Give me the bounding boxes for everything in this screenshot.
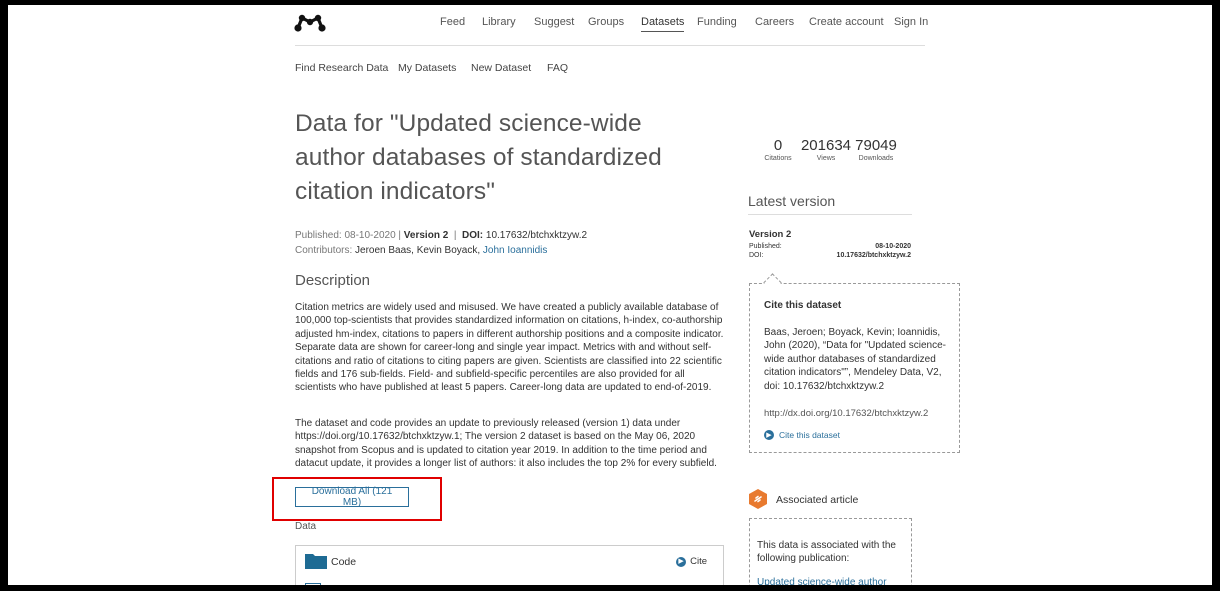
stat-label: Citations <box>764 155 792 162</box>
stat-value: 79049 <box>855 137 897 154</box>
data-files-box: Code ▶ Cite <box>295 545 724 585</box>
nav-careers[interactable]: Careers <box>755 16 794 28</box>
page-title: Data for "Updated science-wide author da… <box>295 110 662 205</box>
latest-version-heading: Latest version <box>748 193 836 209</box>
latest-published-row: Published: 08-10-2020 <box>749 243 911 250</box>
nav-funding[interactable]: Funding <box>697 16 737 28</box>
description-heading: Description <box>295 272 371 289</box>
associated-text: This data is associated with the followi… <box>757 540 896 565</box>
version-label: Version 2 <box>403 230 449 241</box>
published-key: Published: <box>749 243 782 250</box>
latest-doi-row: DOI: 10.17632/btchxktzyw.2 <box>749 252 911 259</box>
folder-cite-label: Cite <box>690 556 707 567</box>
nav-feed[interactable]: Feed <box>440 16 465 28</box>
description-paragraph: Citation metrics are widely used and mis… <box>295 302 724 394</box>
nav-divider <box>295 45 925 46</box>
cite-box: Cite this dataset Baas, Jeroen; Boyack, … <box>749 283 960 453</box>
file-icon <box>305 583 321 585</box>
cite-text: Baas, Jeroen; Boyack, Kevin; Ioannidis, … <box>764 327 946 392</box>
stat-value: 201634 <box>800 137 852 154</box>
associated-article-box: This data is associated with the followi… <box>749 518 912 585</box>
folder-name[interactable]: Code <box>331 556 356 568</box>
contributor-link[interactable]: John Ioannidis <box>483 245 548 256</box>
article-link-icon <box>749 489 767 509</box>
folder-icon <box>305 554 327 569</box>
subnav-find-research-data[interactable]: Find Research Data <box>295 62 388 74</box>
stat-downloads: 79049 Downloads <box>852 137 900 162</box>
subnav-my-datasets[interactable]: My Datasets <box>398 62 456 74</box>
nav-library[interactable]: Library <box>482 16 516 28</box>
nav-datasets[interactable]: Datasets <box>641 16 685 32</box>
arrow-right-icon: ▶ <box>764 430 774 440</box>
published-line: Published: 08-10-2020 | Version 2 | DOI:… <box>295 230 587 241</box>
cite-title: Cite this dataset <box>764 300 842 311</box>
doi-value: 10.17632/btchxktzyw.2 <box>836 252 911 259</box>
stat-label: Downloads <box>858 155 894 162</box>
data-label: Data <box>295 521 317 532</box>
associated-article-link[interactable]: Updated science-wide author <box>757 577 887 585</box>
latest-version-label: Version 2 <box>749 229 792 240</box>
doi-key: DOI: <box>749 252 764 259</box>
download-all-button[interactable]: Download All (121 MB) <box>295 486 409 508</box>
associated-article-heading: Associated article <box>776 494 859 506</box>
latest-version-divider <box>748 214 912 215</box>
stat-citations: 0 Citations <box>762 137 794 162</box>
nav-sign-in[interactable]: Sign In <box>894 16 928 28</box>
description-paragraph: The dataset and code provides an update … <box>295 418 717 470</box>
contributors-label: Contributors: <box>295 245 353 256</box>
page: Feed Library Suggest Groups Datasets Fun… <box>8 5 1212 585</box>
cite-this-dataset-link[interactable]: ▶ Cite this dataset <box>764 430 840 440</box>
contributor-name: Jeroen Baas, <box>355 245 414 256</box>
subnav-new-dataset[interactable]: New Dataset <box>471 62 531 74</box>
contributors-line: Contributors: Jeroen Baas, Kevin Boyack,… <box>295 245 547 256</box>
stat-views: 201634 Views <box>798 137 854 162</box>
nav-create-account[interactable]: Create account <box>809 16 884 28</box>
stat-value: 0 <box>773 137 783 154</box>
nav-suggest[interactable]: Suggest <box>534 16 574 28</box>
separator: | <box>453 230 457 241</box>
cite-url[interactable]: http://dx.doi.org/10.17632/btchxktzyw.2 <box>764 408 928 419</box>
nav-groups[interactable]: Groups <box>588 16 624 28</box>
subnav-faq[interactable]: FAQ <box>547 62 568 74</box>
arrow-right-icon: ▶ <box>676 556 687 567</box>
folder-cite-link[interactable]: ▶ Cite <box>676 556 707 567</box>
doi-label: DOI: <box>462 230 484 241</box>
stat-label: Views <box>816 155 836 162</box>
doi-value: 10.17632/btchxktzyw.2 <box>485 230 588 241</box>
contributor-name: Kevin Boyack, <box>416 245 481 256</box>
published-label: Published: 08-10-2020 | <box>295 230 402 241</box>
mendeley-logo-icon[interactable] <box>294 13 326 33</box>
cite-link-label: Cite this dataset <box>779 430 840 440</box>
published-value: 08-10-2020 <box>875 243 911 250</box>
